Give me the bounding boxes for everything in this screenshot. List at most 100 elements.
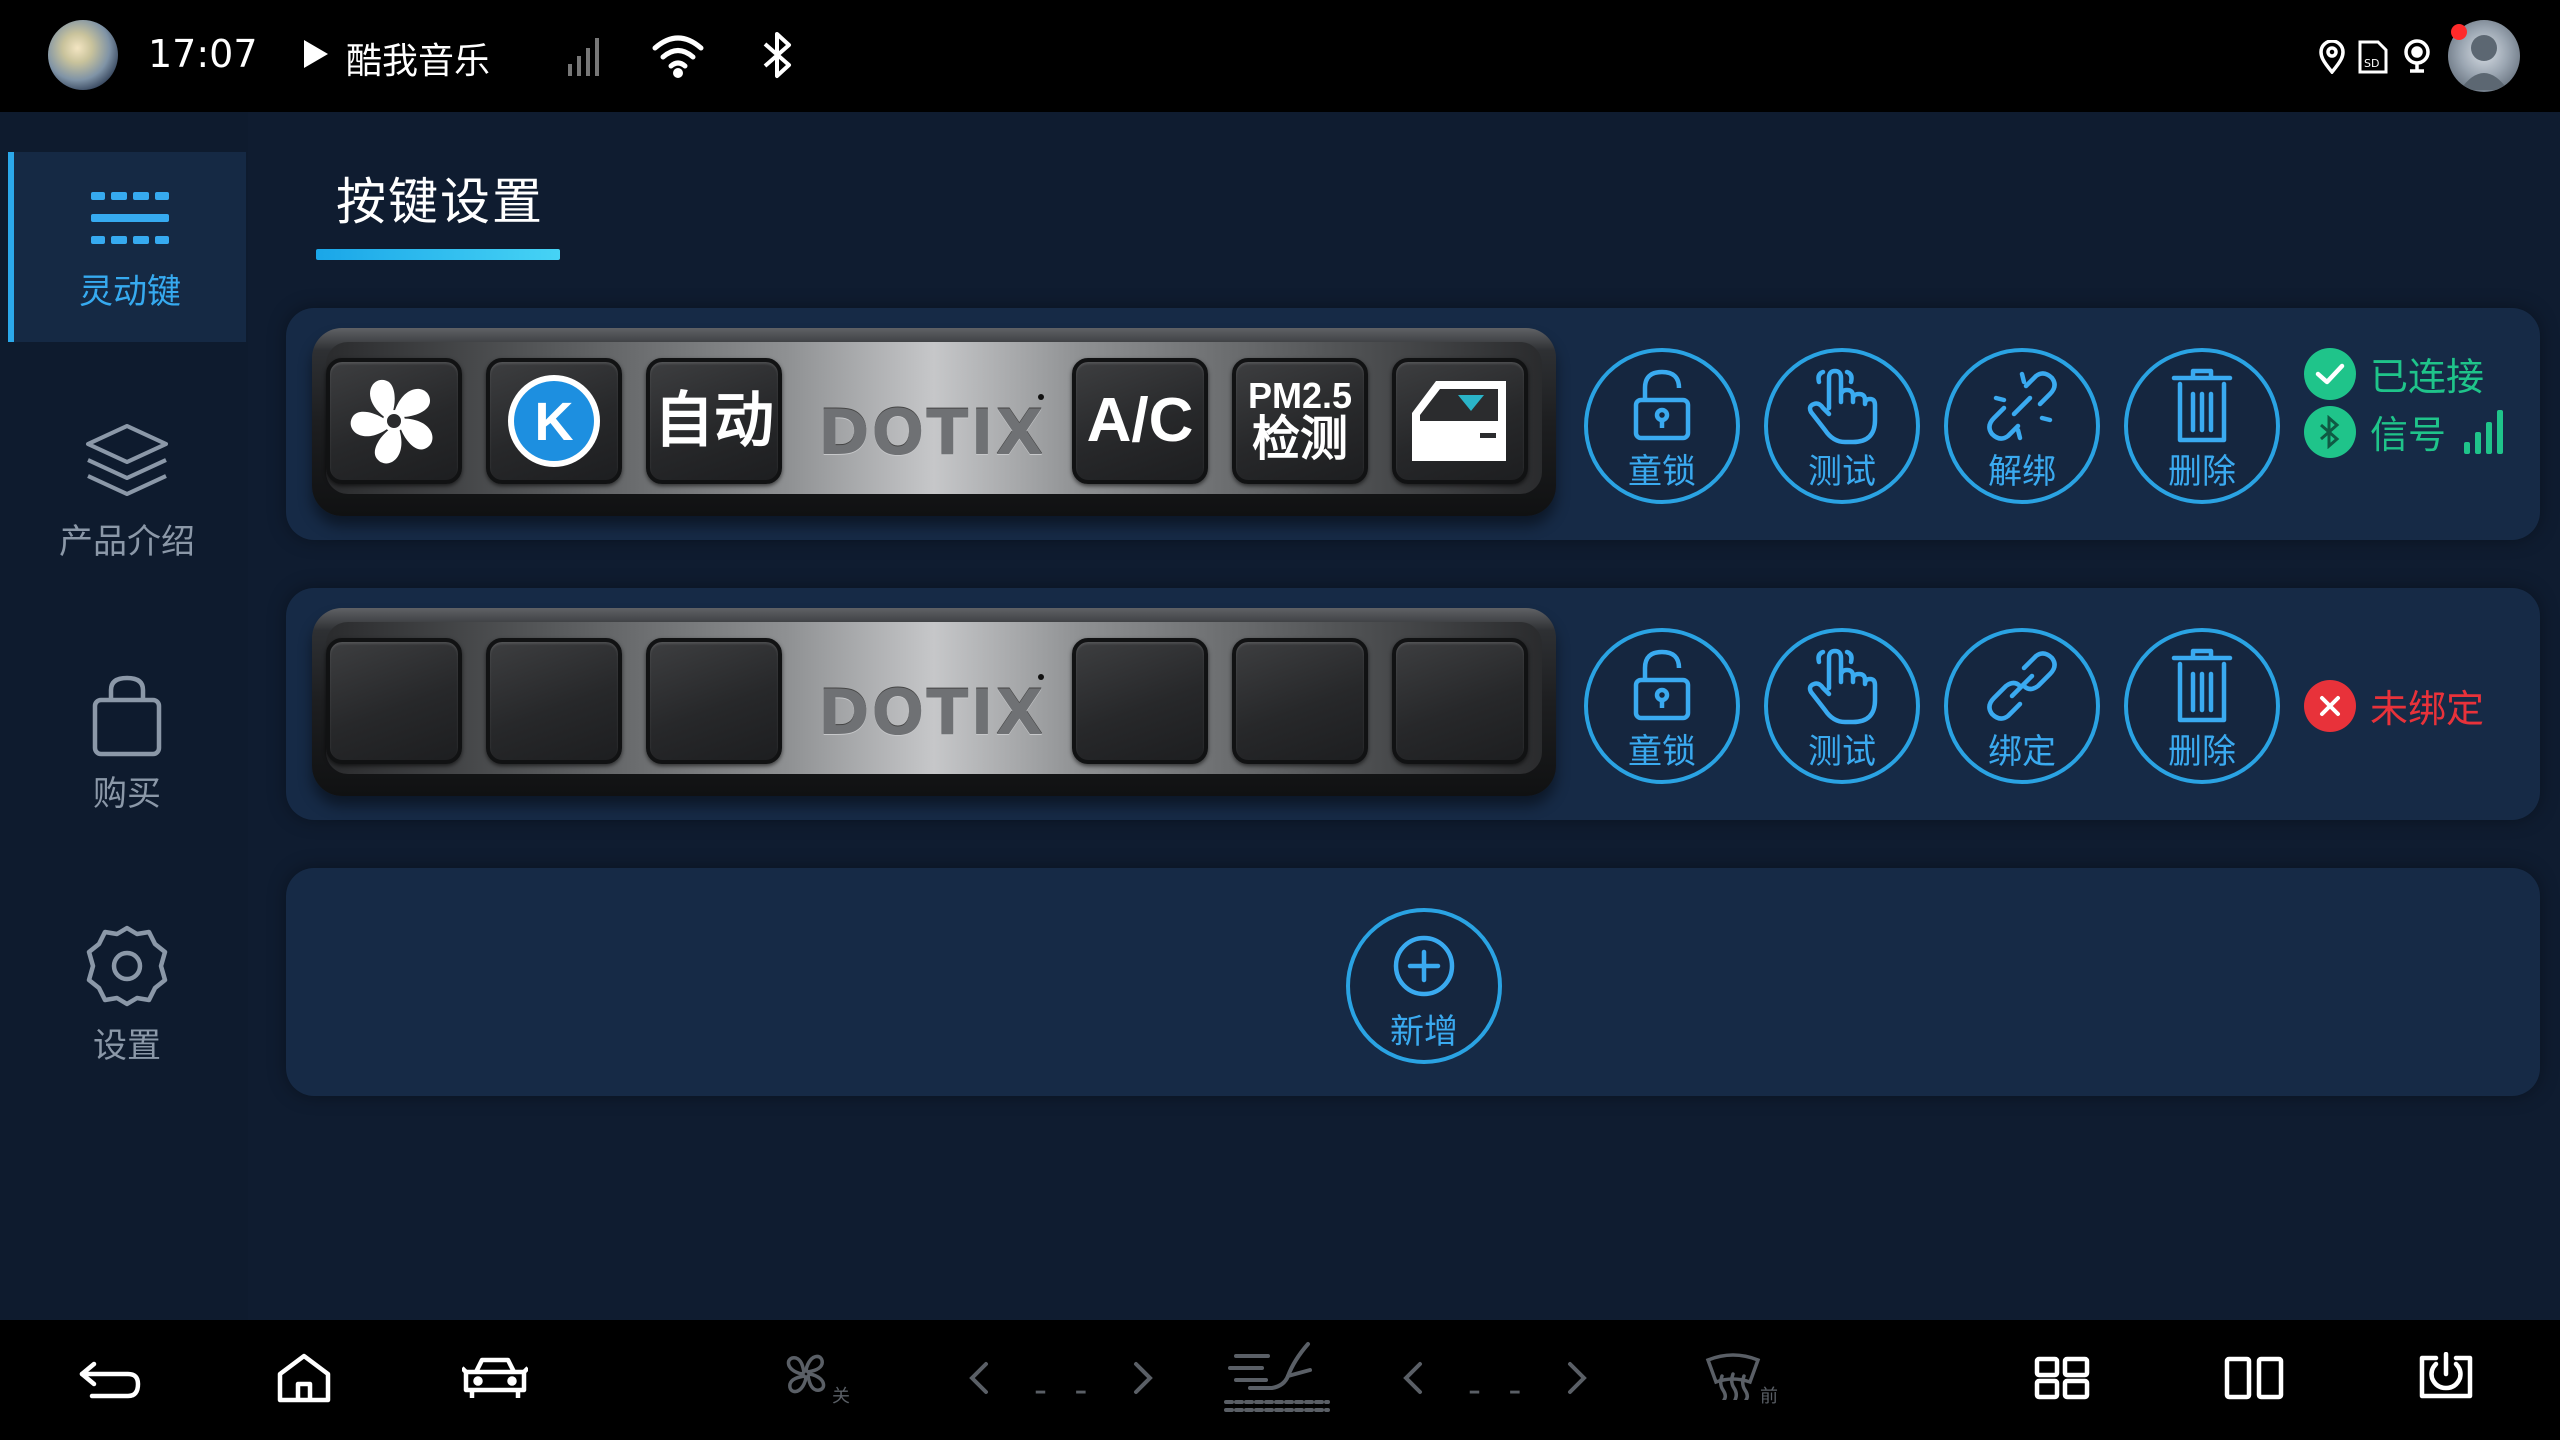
signal-icon — [568, 38, 599, 76]
key-pm25-sub: 检测 — [1251, 413, 1348, 466]
grid-icon[interactable] — [2034, 1356, 2090, 1400]
signal-status: 信号 — [2304, 404, 2506, 459]
plus-icon — [1393, 935, 1455, 997]
sidebar-item-label: 设置 — [93, 1026, 161, 1066]
power-icon[interactable] — [2418, 1352, 2474, 1400]
avatar-icon[interactable] — [48, 20, 118, 90]
binding-status-label: 未绑定 — [2370, 687, 2485, 731]
location-icon — [2319, 40, 2345, 74]
car-icon[interactable] — [462, 1356, 528, 1400]
bottom-nav: 关 - - - - 前 — [0, 1320, 2560, 1440]
bluetooth-signal-icon — [2304, 405, 2356, 458]
trash-icon — [2171, 648, 2233, 723]
defrost-label: 前 — [1760, 1386, 1778, 1407]
main-area: 灵动键 产品介绍 购买 设置 按键设置 DOTIX K 自动 A/C PM2.5… — [0, 112, 2560, 1320]
logo-dot — [1038, 674, 1044, 680]
defrost-icon[interactable] — [1704, 1350, 1762, 1400]
bind-button[interactable]: 绑定 — [1944, 628, 2100, 784]
unbind-button[interactable]: 解绑 — [1944, 348, 2100, 504]
key-fan[interactable] — [326, 358, 462, 484]
chevron-left-icon[interactable] — [968, 1360, 990, 1396]
svg-text:K: K — [535, 392, 574, 452]
sidebar-item-label: 产品介绍 — [59, 522, 195, 562]
sidebar-item-label: 购买 — [93, 774, 161, 814]
hand-icon — [1807, 648, 1878, 725]
bind-label: 绑定 — [1988, 732, 2056, 772]
fan-icon — [346, 376, 436, 469]
signal-status-label: 信号 — [2370, 413, 2447, 457]
fan-icon[interactable] — [782, 1350, 830, 1398]
chevron-right-icon[interactable] — [1132, 1360, 1154, 1396]
temp-left: - - — [1034, 1370, 1096, 1411]
key-pm25[interactable]: PM2.5 检测 — [1232, 358, 1368, 484]
add-card: 新增 — [286, 868, 2540, 1096]
key-ac[interactable]: A/C — [1072, 358, 1208, 484]
error-icon — [2304, 679, 2356, 732]
key-pm25-label: PM2.5 — [1247, 375, 1353, 416]
device-keypad: DOTIX K 自动 A/C PM2.5 检测 — [312, 328, 1556, 516]
play-icon[interactable] — [302, 38, 330, 70]
key-empty[interactable] — [646, 638, 782, 764]
split-icon[interactable] — [2224, 1356, 2284, 1400]
key-ac-label: A/C — [1086, 386, 1194, 455]
test-button[interactable]: 测试 — [1764, 348, 1920, 504]
gear-icon — [86, 925, 168, 1007]
device-keypad: DOTIX — [312, 608, 1556, 796]
test-label: 测试 — [1808, 452, 1876, 492]
device-card: DOTIX K 自动 A/C PM2.5 检测 童锁 测试 解绑 删除 已连接 … — [286, 308, 2540, 540]
bag-icon — [92, 675, 162, 757]
child-lock-button[interactable]: 童锁 — [1584, 628, 1740, 784]
k-icon: K — [508, 375, 600, 467]
key-window[interactable] — [1392, 358, 1528, 484]
delete-button[interactable]: 删除 — [2124, 628, 2280, 784]
add-label: 新增 — [1390, 1012, 1458, 1052]
brand-logo: DOTIX — [818, 676, 1046, 749]
test-label: 测试 — [1808, 732, 1876, 772]
back-icon[interactable] — [78, 1360, 142, 1400]
key-empty[interactable] — [486, 638, 622, 764]
sidebar-item-buy[interactable]: 购买 — [8, 656, 246, 846]
child-lock-button[interactable]: 童锁 — [1584, 348, 1740, 504]
status-bar: 17:07 酷我音乐 SD — [0, 0, 2560, 112]
key-k[interactable]: K — [486, 358, 622, 484]
hand-icon — [1807, 368, 1878, 445]
device-card: DOTIX 童锁 测试 绑定 删除 未绑定 — [286, 588, 2540, 820]
sidebar-item-settings[interactable]: 设置 — [8, 908, 246, 1098]
brand-logo: DOTIX — [818, 396, 1046, 469]
sidebar-item-label: 灵动键 — [79, 272, 181, 312]
unbind-label: 解绑 — [1988, 452, 2056, 492]
key-empty[interactable] — [326, 638, 462, 764]
window-icon — [1412, 381, 1506, 461]
link-icon — [1987, 651, 2057, 721]
check-icon — [2304, 347, 2356, 400]
key-empty[interactable] — [1392, 638, 1528, 764]
signal-bars-icon — [2464, 409, 2504, 454]
chevron-left-icon[interactable] — [1402, 1360, 1424, 1396]
key-auto[interactable]: 自动 — [646, 358, 782, 484]
test-button[interactable]: 测试 — [1764, 628, 1920, 784]
sidebar-item-products[interactable]: 产品介绍 — [8, 404, 246, 594]
key-empty[interactable] — [1232, 638, 1368, 764]
seat-icon[interactable] — [1222, 1340, 1332, 1414]
sidebar: 灵动键 产品介绍 购买 设置 — [0, 112, 248, 1320]
key-auto-label: 自动 — [654, 387, 774, 454]
wifi-icon — [652, 35, 704, 78]
child-lock-label: 童锁 — [1628, 732, 1696, 772]
record-icon — [2404, 39, 2430, 73]
layers-icon — [86, 424, 168, 496]
sidebar-item-keys[interactable]: 灵动键 — [8, 152, 246, 342]
child-lock-label: 童锁 — [1628, 452, 1696, 492]
add-device-button[interactable]: 新增 — [1346, 908, 1502, 1064]
music-app-label[interactable]: 酷我音乐 — [346, 32, 490, 84]
unlink-icon — [1987, 371, 2057, 441]
delete-label: 删除 — [2168, 452, 2236, 492]
page-title: 按键设置 — [336, 173, 544, 231]
chevron-right-icon[interactable] — [1566, 1360, 1588, 1396]
delete-button[interactable]: 删除 — [2124, 348, 2280, 504]
title-underline — [316, 249, 560, 260]
temp-right: - - — [1468, 1370, 1530, 1411]
delete-label: 删除 — [2168, 732, 2236, 772]
bluetooth-icon — [763, 32, 791, 78]
home-icon[interactable] — [276, 1352, 332, 1404]
key-empty[interactable] — [1072, 638, 1208, 764]
